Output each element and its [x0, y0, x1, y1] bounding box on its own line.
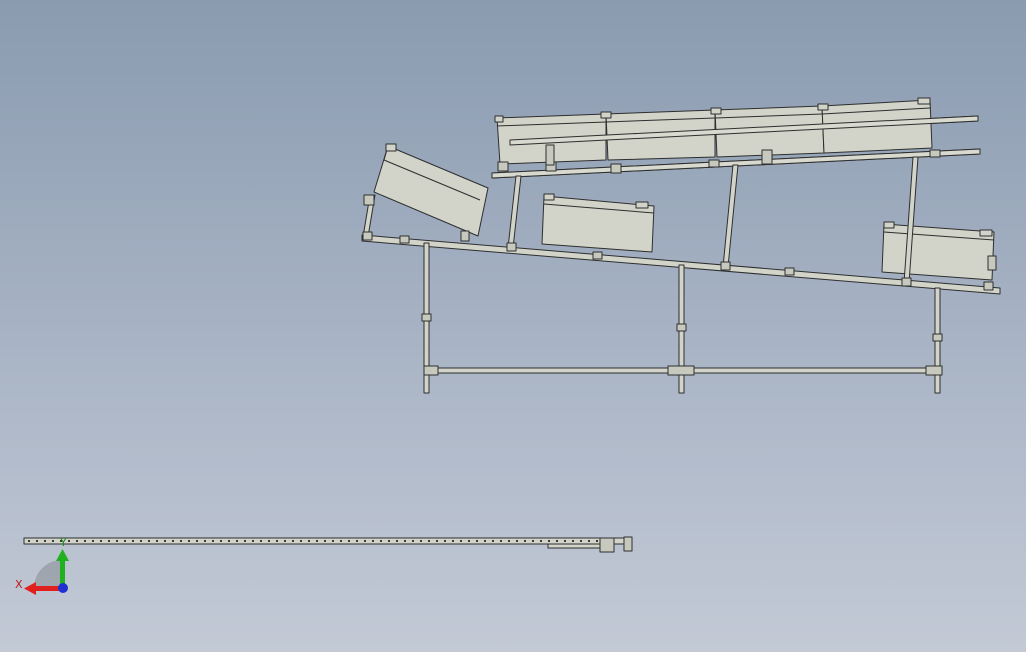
triad-plane-shading — [33, 559, 62, 590]
cad-viewport[interactable]: X Y — [0, 0, 1026, 652]
x-axis-label: X — [15, 578, 23, 591]
y-axis-label: Y — [59, 536, 67, 549]
axis-triad: X Y — [15, 536, 69, 595]
z-axis-dot — [58, 583, 68, 593]
